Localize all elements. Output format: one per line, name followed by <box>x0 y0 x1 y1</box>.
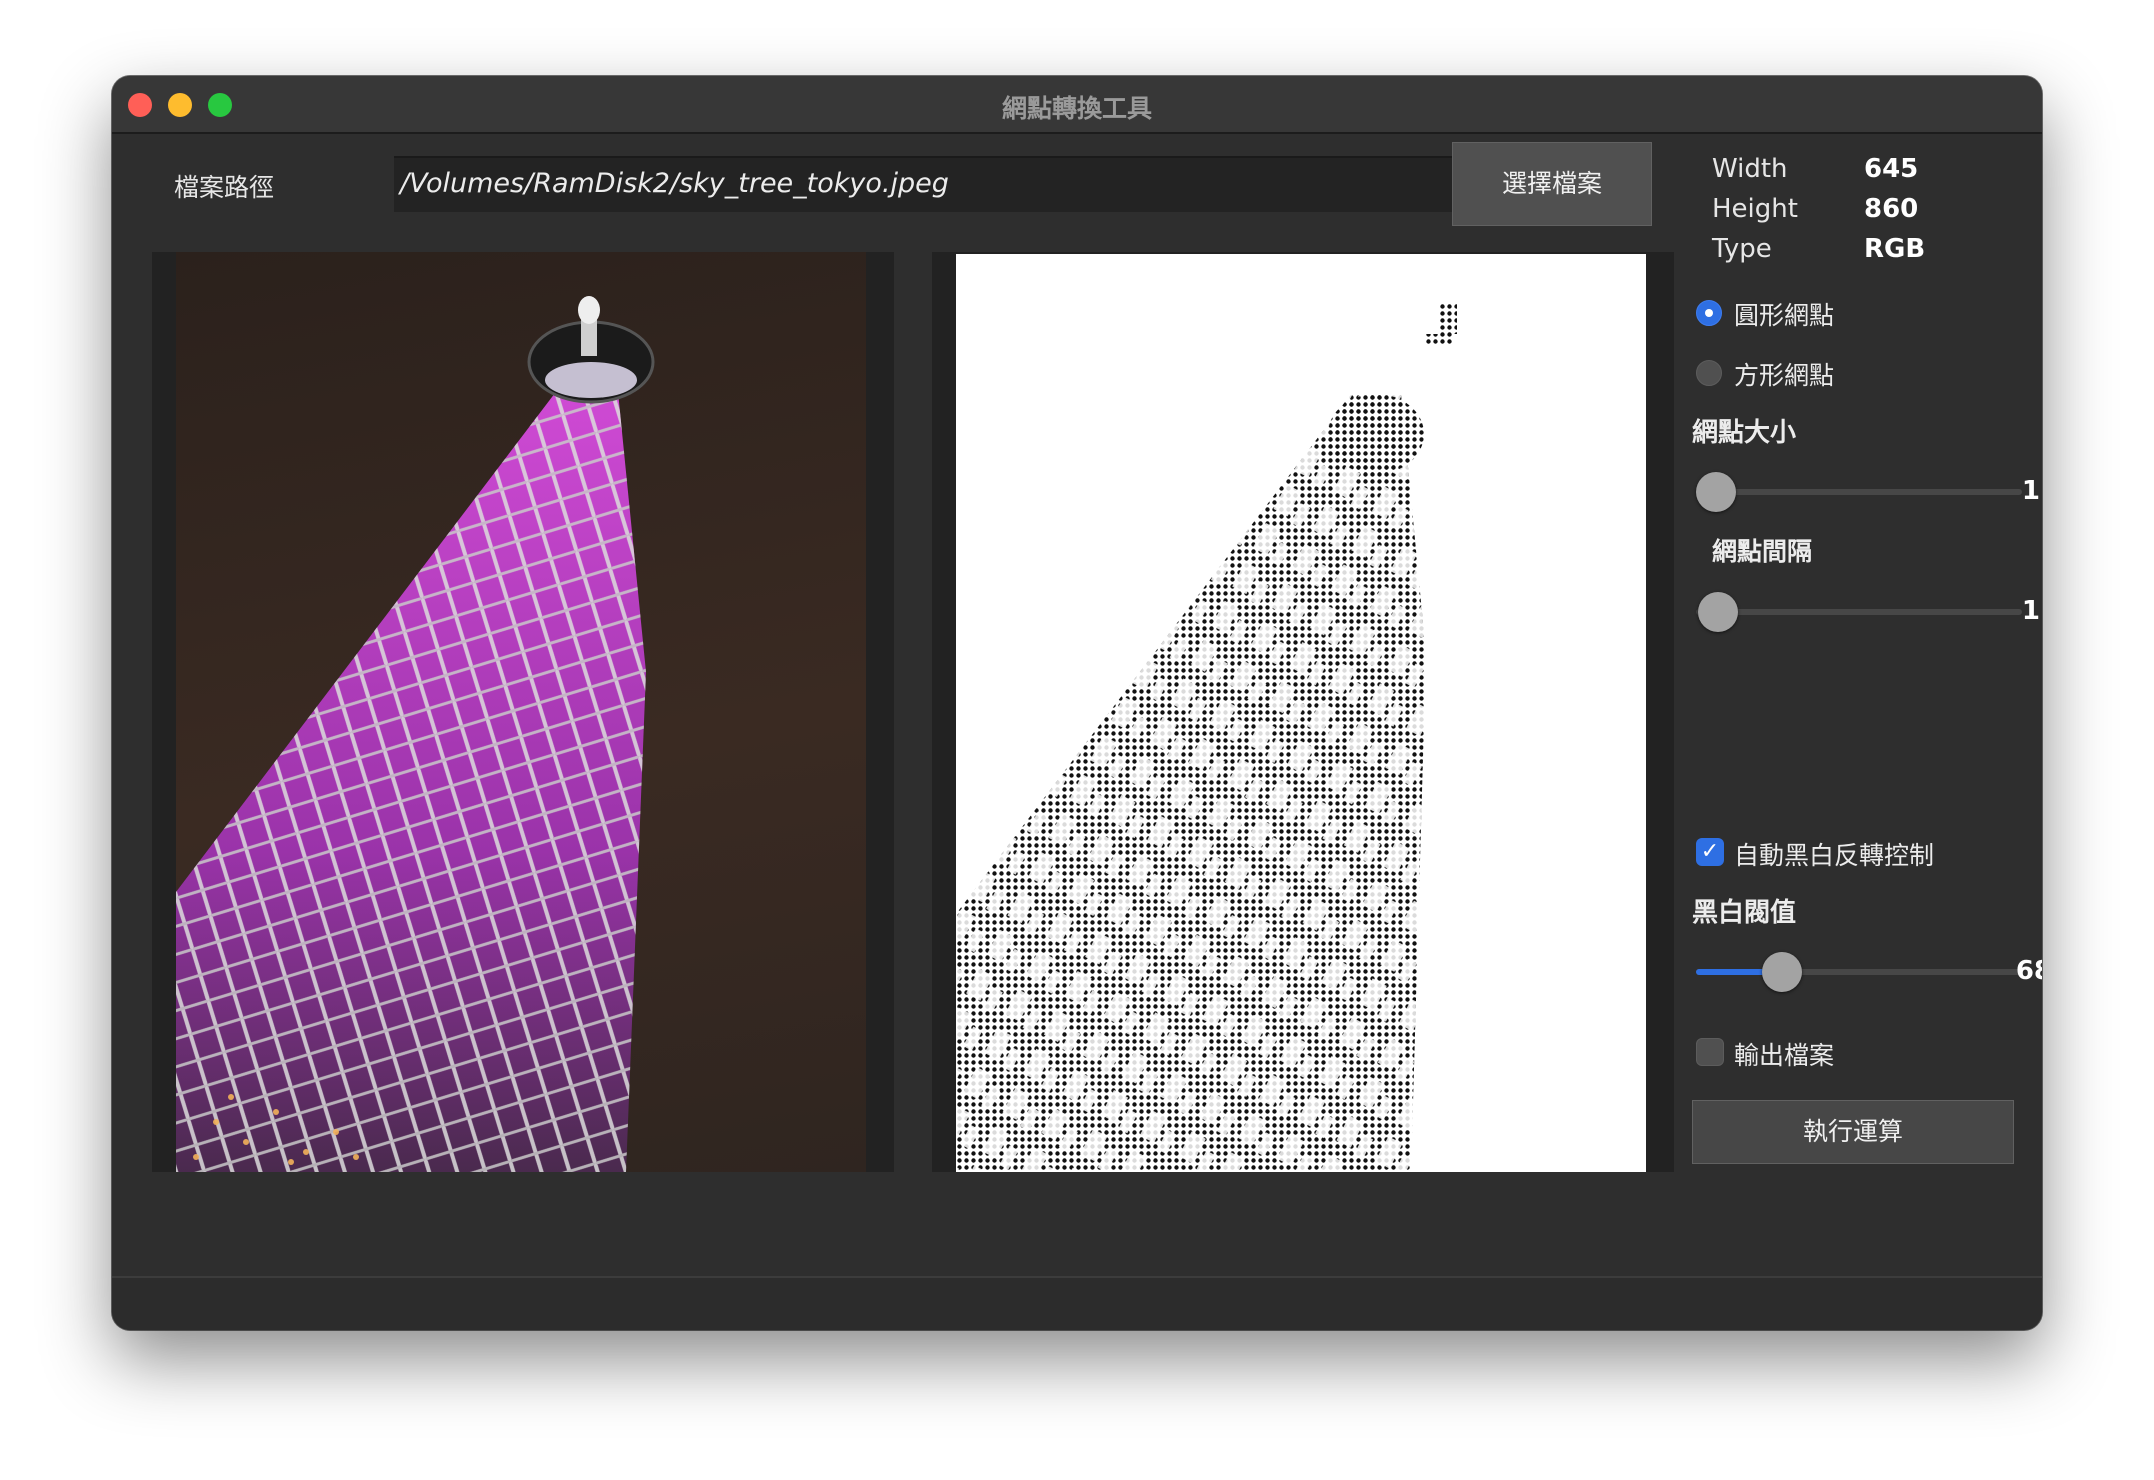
dot-spacing-value: 1 <box>2021 596 2040 626</box>
export-file-label[interactable]: 輸出檔案 <box>1734 1036 1834 1072</box>
halftone-output-image <box>956 254 1646 1172</box>
status-bar <box>112 1276 2042 1330</box>
dot-size-label: 網點大小 <box>1692 418 1797 448</box>
dot-spacing-label: 網點間隔 <box>1712 537 1813 566</box>
type-key: Type <box>1712 234 1772 264</box>
round-dot-radio[interactable] <box>1696 300 1722 326</box>
width-key: Width <box>1712 154 1788 184</box>
title-bar[interactable]: 網點轉換工具 <box>112 76 2042 134</box>
threshold-slider-thumb[interactable] <box>1762 952 1802 992</box>
threshold-value: 68 <box>2015 956 2042 986</box>
dot-size-slider-thumb[interactable] <box>1696 472 1736 512</box>
export-file-checkbox[interactable] <box>1696 1038 1724 1066</box>
window-title: 網點轉換工具 <box>1001 94 1152 123</box>
dot-spacing-slider-thumb[interactable] <box>1698 592 1738 632</box>
halftone-graphic <box>956 304 1457 1172</box>
file-path-input[interactable]: /Volumes/RamDisk2/sky_tree_tokyo.jpeg <box>394 156 1470 212</box>
height-key: Height <box>1712 194 1798 224</box>
app-window: 網點轉換工具 檔案路徑 /Volumes/RamDisk2/sky_tree_t… <box>112 76 2042 1330</box>
height-value: 860 <box>1864 194 1919 224</box>
width-value: 645 <box>1864 154 1919 184</box>
square-dot-label[interactable]: 方形網點 <box>1734 356 1834 392</box>
auto-invert-label[interactable]: 自動黑白反轉控制 <box>1734 836 1934 872</box>
dot-spacing-slider-track[interactable] <box>1696 609 2022 615</box>
dot-size-value: 1 <box>2021 476 2040 506</box>
tower-photo-graphic <box>176 296 655 1172</box>
type-value: RGB <box>1864 234 1926 264</box>
auto-invert-checkbox[interactable]: ✓ <box>1696 838 1724 866</box>
output-image-panel <box>932 252 1674 1172</box>
dot-size-slider-track[interactable] <box>1696 489 2022 495</box>
source-image <box>176 252 866 1172</box>
choose-file-button[interactable]: 選擇檔案 <box>1452 142 1652 226</box>
threshold-label: 黑白閥值 <box>1692 898 1797 928</box>
threshold-slider-fill <box>1696 969 1766 975</box>
run-button[interactable]: 執行運算 <box>1692 1100 2014 1164</box>
source-image-panel <box>152 252 894 1172</box>
round-dot-label[interactable]: 圓形網點 <box>1734 296 1834 332</box>
file-path-label: 檔案路徑 <box>174 173 275 202</box>
square-dot-radio[interactable] <box>1696 360 1722 386</box>
